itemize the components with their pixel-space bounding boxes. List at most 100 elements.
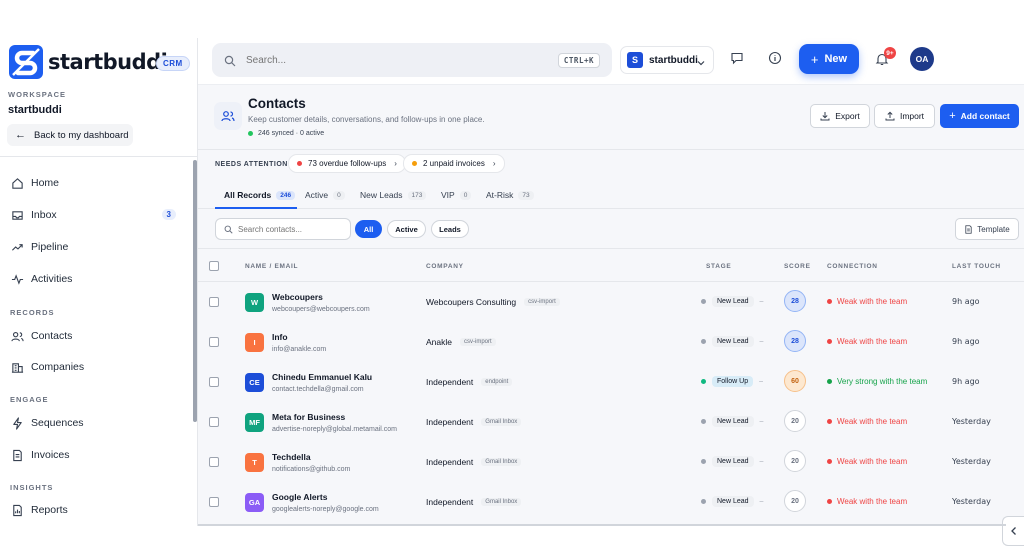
contact-name[interactable]: Chinedu Emmanuel Kalu (272, 372, 372, 382)
inbox-count-badge: 3 (161, 209, 176, 220)
stage-badge[interactable]: New Lead – (701, 456, 763, 467)
search-shortcut-hint: CTRL+K (557, 53, 600, 68)
column-header-connection[interactable]: CONNECTION (827, 263, 878, 270)
column-header-name[interactable]: NAME / EMAIL (245, 263, 298, 270)
table-row[interactable]: T Techdella notifications@github.com Indepe… (198, 442, 1024, 482)
column-header-score[interactable]: SCORE (784, 263, 811, 270)
overdue-followups-chip[interactable]: 73 overdue follow-ups › (288, 154, 406, 173)
import-button[interactable]: Import (874, 104, 935, 128)
contacts-search-input[interactable] (238, 224, 348, 234)
sidebar-item-activities[interactable]: Activities (10, 268, 180, 290)
messages-icon[interactable] (729, 50, 745, 66)
needs-attention-label: NEEDS ATTENTION (215, 161, 288, 168)
table-row[interactable]: GA Google Alerts googlealerts-noreply@goog… (198, 482, 1024, 522)
row-checkbox[interactable] (209, 497, 219, 507)
document-icon (10, 448, 24, 462)
contact-name[interactable]: Google Alerts (272, 492, 327, 502)
contact-name[interactable]: Meta for Business (272, 412, 345, 422)
contacts-search[interactable] (215, 218, 351, 240)
sidebar-item-label: Inbox (31, 209, 57, 221)
contact-email: info@anakle.com (272, 346, 327, 353)
table-row[interactable]: I Info info@anakle.com Anakle csv-import New … (198, 322, 1024, 362)
global-search-input[interactable] (246, 54, 546, 66)
contact-name[interactable]: Techdella (272, 452, 311, 462)
stage-badge[interactable]: New Lead – (701, 296, 763, 307)
sidebar-item-label: Reports (31, 504, 68, 516)
sidebar-item-companies[interactable]: Companies (10, 356, 180, 378)
select-all-checkbox[interactable] (209, 261, 219, 271)
global-search[interactable]: CTRL+K (212, 43, 612, 77)
tab-all-records[interactable]: All Records 246 (224, 181, 296, 209)
sidebar-item-home[interactable]: Home (10, 172, 180, 194)
filter-pill-active[interactable]: Active (387, 220, 426, 238)
contact-company: Independent Gmail Inbox (426, 497, 522, 507)
section-label-insights: INSIGHTS (10, 483, 54, 492)
sidebar-item-inbox[interactable]: Inbox 3 (10, 204, 180, 226)
export-button[interactable]: Export (810, 104, 870, 128)
stage-badge[interactable]: Follow Up – (701, 376, 763, 387)
contact-name[interactable]: Info (272, 332, 288, 342)
sidebar-item-label: Invoices (31, 449, 70, 461)
sidebar-item-invoices[interactable]: Invoices (10, 444, 180, 466)
brand-logo[interactable]: startbuddi (8, 44, 168, 80)
table-row[interactable]: MF Meta for Business advertise-noreply@glo… (198, 402, 1024, 442)
connection-dot (827, 339, 832, 344)
bolt-icon (10, 416, 24, 430)
new-button[interactable]: + New (799, 44, 859, 74)
stage-label: New Lead (712, 416, 754, 427)
tab-count: 73 (518, 190, 534, 200)
back-to-dashboard-button[interactable]: ← Back to my dashboard (7, 124, 133, 146)
row-checkbox[interactable] (209, 377, 219, 387)
tab-new-leads[interactable]: New Leads 173 (360, 181, 427, 209)
active-tab-indicator (215, 207, 297, 209)
tab-label: VIP (441, 190, 455, 200)
sidebar-item-contacts[interactable]: Contacts (10, 325, 180, 347)
column-header-stage[interactable]: STAGE (706, 263, 731, 270)
score-badge: 20 (784, 410, 806, 432)
table-row[interactable]: W Webcoupers webcoupers@webcoupers.com Webc… (198, 282, 1024, 322)
workspace-switcher[interactable]: S startbuddi (620, 46, 714, 74)
stage-badge[interactable]: New Lead – (701, 496, 763, 507)
info-icon[interactable] (767, 50, 783, 66)
sidebar-scrollbar[interactable] (193, 160, 197, 422)
company-name: Anakle (426, 337, 452, 347)
filter-pill-all[interactable]: All (355, 220, 382, 238)
sidebar-item-sequences[interactable]: Sequences (10, 412, 180, 434)
stage-label: New Lead (712, 336, 754, 347)
table-row[interactable]: CE Chinedu Emmanuel Kalu contact.techdella… (198, 362, 1024, 402)
collapse-panel-button[interactable] (1002, 516, 1024, 546)
template-button[interactable]: Template (955, 218, 1019, 240)
stage-badge[interactable]: New Lead – (701, 416, 763, 427)
source-tag: csv-import (524, 298, 560, 306)
sidebar-item-pipeline[interactable]: Pipeline (10, 236, 180, 258)
column-header-last-touch[interactable]: LAST TOUCH (952, 263, 1001, 270)
app: startbuddi CRM WORKSPACE startbuddi ← Ba… (0, 0, 1024, 551)
last-touch: 9h ago (952, 337, 980, 346)
score-badge: 28 (784, 330, 806, 352)
add-contact-button[interactable]: + Add contact (940, 104, 1019, 128)
source-tag: Gmail Inbox (481, 418, 522, 426)
last-touch: 9h ago (952, 297, 980, 306)
horizontal-scrollbar[interactable] (198, 524, 1006, 526)
contact-name[interactable]: Webcoupers (272, 292, 323, 302)
export-label: Export (835, 111, 860, 121)
stage-badge[interactable]: New Lead – (701, 336, 763, 347)
search-icon (224, 225, 233, 234)
sidebar-item-reports[interactable]: Reports (10, 499, 180, 521)
tab-at-risk[interactable]: At-Risk 73 (486, 181, 534, 209)
row-checkbox[interactable] (209, 457, 219, 467)
tab-active[interactable]: Active 0 (305, 181, 345, 209)
connection-label: Weak with the team (837, 457, 908, 466)
column-header-company[interactable]: COMPANY (426, 263, 464, 270)
user-avatar[interactable]: OA (910, 47, 934, 71)
inbox-icon (10, 208, 24, 222)
sidebar-item-label: Home (31, 177, 60, 189)
row-checkbox[interactable] (209, 337, 219, 347)
connection-label: Weak with the team (837, 417, 908, 426)
company-name: Independent (426, 377, 474, 387)
tab-vip[interactable]: VIP 0 (441, 181, 472, 209)
row-checkbox[interactable] (209, 417, 219, 427)
filter-pill-leads[interactable]: Leads (431, 220, 469, 238)
row-checkbox[interactable] (209, 297, 219, 307)
unpaid-invoices-chip[interactable]: 2 unpaid invoices › (403, 154, 505, 173)
